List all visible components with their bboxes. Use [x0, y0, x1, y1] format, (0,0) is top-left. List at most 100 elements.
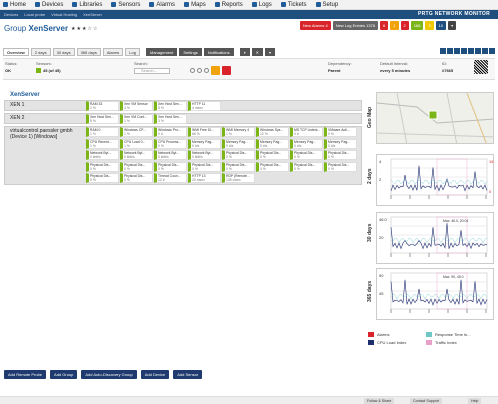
more-icon[interactable]: ▾ — [264, 48, 275, 56]
follow-share-button[interactable]: Follow & Share — [364, 398, 395, 404]
device-name[interactable]: XEN 1 — [10, 102, 80, 108]
sensor-tile[interactable]: Xen Host Sen... 3 % — [154, 114, 187, 124]
delete-icon[interactable]: ✕ — [251, 48, 263, 56]
circle-icon[interactable] — [197, 68, 202, 73]
sensor-tile[interactable]: Network Byt... 0 kbit/s — [86, 150, 119, 160]
view-icon[interactable] — [489, 48, 495, 54]
tab-overview[interactable]: Overview — [3, 48, 29, 56]
sensor-tile[interactable]: CPU Recent... 1 % — [86, 138, 119, 149]
sensor-tile[interactable]: CPU Process... 0 % — [154, 138, 187, 149]
nav-sensors[interactable]: Sensors — [111, 2, 140, 8]
sensor-tile[interactable]: Physical Dis... 0 % — [120, 173, 153, 183]
tab-2-days[interactable]: 2 days — [30, 48, 51, 56]
sensor-tile[interactable]: Thread Coun... 12 # — [154, 173, 187, 183]
alert-icon[interactable] — [222, 66, 231, 75]
sensor-tile[interactable]: HTTP 13 20 msec — [188, 173, 221, 183]
contact-support-button[interactable]: Contact Support — [410, 398, 442, 404]
alert-button[interactable]: New Log Entries 1376 — [332, 21, 379, 30]
sensor-tile[interactable]: Physical Dis... 0 % — [324, 150, 357, 160]
chart-365-days[interactable]: 90 45 Max. 90, 45.0 — [376, 268, 494, 320]
device-name[interactable]: XEN 2 — [10, 115, 80, 121]
view-icon[interactable] — [440, 48, 446, 54]
sensor-tile[interactable]: Memory Pag... 0 #/s — [222, 138, 255, 149]
breadcrumb-xenserver[interactable]: XenServer — [83, 12, 102, 17]
nav-setup[interactable]: Setup — [315, 2, 338, 8]
sensor-tile[interactable]: Physical Dis... 0 % — [324, 161, 357, 172]
tab-notifications[interactable]: Notifications — [203, 48, 234, 56]
circle-icon[interactable] — [204, 68, 209, 73]
sensor-tile[interactable]: Windows CP... 1 % — [120, 127, 153, 137]
sensor-tile[interactable]: Memory Pag... 0 #/s — [290, 138, 323, 149]
breadcrumb-devices[interactable]: Devices — [4, 12, 18, 17]
sensor-tile[interactable]: Physical Dis... 0 % — [290, 150, 323, 160]
pause-icon[interactable]: ⏸ — [239, 48, 250, 56]
help-button[interactable]: Help — [468, 398, 482, 404]
alert-button[interactable]: 6 — [380, 21, 389, 30]
sensor-tile[interactable]: Windows Pro... 0 # — [154, 127, 187, 137]
tab-30-days[interactable]: 30 days — [52, 48, 75, 56]
sensor-tile[interactable]: Physical Dis... 0 % — [86, 161, 119, 172]
tab-alarms[interactable]: Alarms — [102, 48, 124, 56]
tab-settings[interactable]: Settings — [179, 48, 202, 56]
sensor-tile[interactable]: RAM 33 1 % — [86, 101, 119, 111]
view-icon[interactable] — [454, 48, 460, 54]
priority-stars[interactable]: ★★★☆☆ — [71, 26, 98, 32]
view-icon[interactable] — [482, 48, 488, 54]
tab-365-days[interactable]: 365 days — [76, 48, 101, 56]
sensor-tile[interactable]: MS TCP Listeni... 0 # — [290, 127, 323, 137]
sensor-tile[interactable]: WMI Free Di... 66 % — [188, 127, 221, 137]
nav-logs[interactable]: Logs — [251, 2, 272, 8]
breadcrumb-local-probe[interactable]: Local probe — [24, 12, 45, 17]
add-group-button[interactable]: Add Group — [50, 370, 78, 379]
add-auto-discovery-group-button[interactable]: Add Auto-Discovery Group — [81, 370, 137, 379]
sensor-tile[interactable]: WMI Memory 41 % — [222, 127, 255, 137]
sensor-tile[interactable]: CPU Load 0... 1 % — [120, 138, 153, 149]
alert-button[interactable]: 1 — [390, 21, 399, 30]
sensor-tile[interactable]: Memory Pag... 0 #/s — [256, 138, 289, 149]
sensor-tile[interactable]: Network Byt... 0 kbit/s — [120, 150, 153, 160]
alert-button[interactable]: 2 — [400, 21, 409, 30]
sensor-tile[interactable]: Physical Dis... 0 % — [86, 173, 119, 183]
add-device-button[interactable]: Add Device — [140, 370, 170, 379]
add-sensor-button[interactable]: Add Sensor — [173, 370, 203, 379]
sensor-tile[interactable]: Physical Dis... 0 % — [222, 150, 255, 160]
tab-log[interactable]: Log — [125, 48, 140, 56]
chart-2-days[interactable]: 4 2 15 0 — [376, 154, 494, 206]
chart-30-days[interactable]: 46.0 20 Max. 46.0, 20.04 — [376, 212, 494, 264]
sensor-tile[interactable]: Xen Host Sen... 5 % — [154, 101, 187, 111]
sensor-tile[interactable]: Physical Dis... 0 % — [154, 161, 187, 172]
nav-devices[interactable]: Devices — [35, 2, 63, 8]
sensor-tile[interactable]: Memory Pag... 0 #/s — [324, 138, 357, 149]
view-icon[interactable] — [468, 48, 474, 54]
nav-home[interactable]: Home — [3, 2, 26, 8]
sensor-tile[interactable]: Xen VM Cont... 1 % — [120, 114, 153, 124]
sensor-tile[interactable]: Physical Dis... 0 % — [256, 161, 289, 172]
view-icon[interactable] — [475, 48, 481, 54]
sensor-tile[interactable]: VMware Acti... 0 % — [324, 127, 357, 137]
tab-management[interactable]: Management — [145, 48, 178, 56]
sensor-tile[interactable]: Physical Dis... 0 % — [120, 161, 153, 172]
view-icon[interactable] — [461, 48, 467, 54]
nav-reports[interactable]: Reports — [214, 2, 243, 8]
nav-maps[interactable]: Maps — [184, 2, 206, 8]
breadcrumb-virtual-hosting[interactable]: Virtual Hosting — [51, 12, 77, 17]
view-icon[interactable] — [447, 48, 453, 54]
sensor-tile[interactable]: Xen Host Sen... 5 % — [86, 114, 119, 124]
sensor-tile[interactable]: Xen VM Sensor 3 % — [120, 101, 153, 111]
sensor-tile[interactable]: Windows Sys... 12 % — [256, 127, 289, 137]
circle-icon[interactable] — [190, 68, 195, 73]
sensor-tile[interactable]: Physical Dis... 0 % — [188, 161, 221, 172]
alert-button[interactable]: 10 — [435, 21, 447, 30]
alert-button[interactable]: 3 — [425, 21, 434, 30]
alert-button[interactable]: 166 — [410, 21, 424, 30]
nav-alarms[interactable]: Alarms — [149, 2, 175, 8]
sensor-tile[interactable]: Memory Pag... 0 #/s — [188, 138, 221, 149]
nav-tickets[interactable]: Tickets — [280, 2, 307, 8]
sensor-tile[interactable]: Network Byt... 0 kbit/s — [154, 150, 187, 160]
nav-libraries[interactable]: Libraries — [72, 2, 102, 8]
search-input[interactable]: Search... — [134, 68, 170, 74]
geo-map[interactable] — [376, 92, 494, 144]
sensor-tile[interactable]: Physical Dis... 0 % — [222, 161, 255, 172]
alert-button[interactable]: New Alarms 4 — [300, 21, 331, 30]
sensor-tile[interactable]: Physical Dis... 0 % — [256, 150, 289, 160]
